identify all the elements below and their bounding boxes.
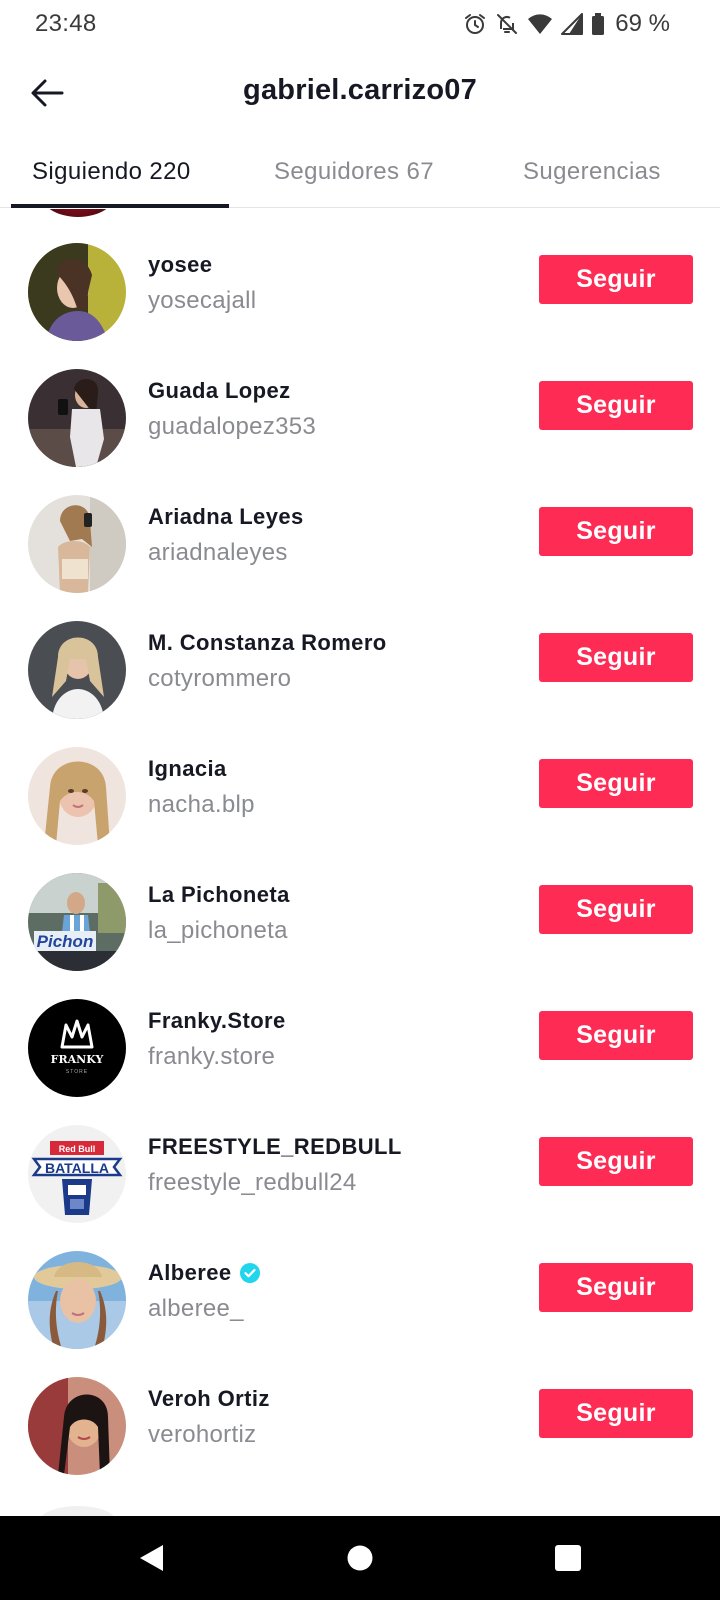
pichon-logo-text: Pichon [37,932,94,951]
list-item[interactable]: Pichon La Pichoneta la_pichoneta Seguir [0,847,720,973]
avatar[interactable]: Pichon [28,873,126,971]
list-item[interactable]: Guada Lopez guadalopez353 Seguir [0,343,720,469]
nav-recents-button[interactable] [550,1540,586,1576]
display-name: FREESTYLE_REDBULL [148,1134,402,1159]
avatar[interactable] [28,747,126,845]
follow-button[interactable]: Seguir [539,633,693,682]
status-time: 23:48 [35,10,97,37]
username: franky.store [148,1043,276,1070]
follow-button[interactable]: Seguir [539,885,693,934]
avatar[interactable] [28,369,126,467]
avatar[interactable]: Red Bull BATALLA [28,1125,126,1223]
follow-button[interactable]: Seguir [539,1389,693,1438]
tab-suggestions[interactable]: Sugerencias [523,158,661,186]
follow-button[interactable]: Seguir [539,759,693,808]
avatar[interactable] [28,243,126,341]
display-name: Ariadna Leyes [148,504,304,529]
nav-back-button[interactable] [134,1540,170,1576]
list-item[interactable]: FRANKY STORE Franky.Store franky.store Se… [0,973,720,1099]
list-item[interactable]: Alberee alberee_ Seguir [0,1225,720,1351]
avatar[interactable] [40,209,116,217]
username: la_pichoneta [148,917,288,944]
franky-logo-text: FRANKY [51,1053,104,1066]
username: yosecajall [148,287,257,314]
avatar[interactable] [28,1251,126,1349]
follow-button[interactable]: Seguir [539,507,693,556]
battery-icon [591,13,605,35]
active-tab-indicator [11,204,229,208]
following-list[interactable]: yosee yosecajall Seguir Guada Lopez guad… [0,209,720,1516]
display-name: Guada Lopez [148,378,291,403]
username: ariadnaleyes [148,539,288,566]
list-item[interactable]: M. Constanza Romero cotyrommero Seguir [0,595,720,721]
username: verohortiz [148,1421,257,1448]
page-title: gabriel.carrizo07 [243,74,477,106]
tab-bar: Siguiendo 220 Seguidores 67 Sugerencias [0,148,720,208]
nav-home-icon [347,1545,373,1571]
battery-percentage: 69 % [615,10,670,37]
list-item[interactable]: Ignacia nacha.blp Seguir [0,721,720,847]
system-navigation-bar [0,1516,720,1600]
username: cotyrommero [148,665,292,692]
status-icons: 69 % [463,10,670,38]
redbull-logo-text: Red Bull [59,1144,96,1154]
display-name: Ignacia [148,756,227,781]
display-name: La Pichoneta [148,882,290,907]
follow-button[interactable]: Seguir [539,381,693,430]
notifications-off-icon [495,12,519,36]
follow-button[interactable]: Seguir [539,1011,693,1060]
avatar[interactable] [28,621,126,719]
username: freestyle_redbull24 [148,1169,357,1196]
avatar[interactable] [40,1506,116,1516]
batalla-logo-text: BATALLA [45,1160,109,1176]
nav-recents-icon [555,1545,581,1571]
avatar[interactable] [28,1377,126,1475]
verified-badge-icon [239,1263,260,1283]
tab-following[interactable]: Siguiendo 220 [32,158,191,186]
signal-icon [561,13,584,35]
follow-button[interactable]: Seguir [539,1263,693,1312]
franky-logo-subtext: STORE [66,1069,88,1075]
avatar[interactable]: FRANKY STORE [28,999,126,1097]
list-item[interactable]: Ariadna Leyes ariadnaleyes Seguir [0,469,720,595]
display-name: Veroh Ortiz [148,1386,270,1411]
nav-back-icon [140,1545,163,1571]
follow-button[interactable]: Seguir [539,255,693,304]
status-bar: 23:48 69 % [0,0,720,48]
display-name: Franky.Store [148,1008,286,1033]
list-item[interactable]: Red Bull BATALLA FREESTYLE_REDBULL freest… [0,1099,720,1225]
follow-button[interactable]: Seguir [539,1137,693,1186]
alarm-icon [463,12,487,36]
list-item[interactable]: yosee yosecajall Seguir [0,217,720,343]
username: alberee_ [148,1295,244,1322]
nav-home-button[interactable] [342,1540,378,1576]
tab-followers[interactable]: Seguidores 67 [274,158,434,186]
username: guadalopez353 [148,413,317,440]
header: gabriel.carrizo07 [0,52,720,132]
username: nacha.blp [148,791,255,818]
avatar[interactable] [28,495,126,593]
display-name: M. Constanza Romero [148,630,387,655]
display-name: yosee [148,252,213,277]
wifi-icon [527,13,553,35]
list-item[interactable]: Veroh Ortiz verohortiz Seguir [0,1351,720,1477]
display-name: Alberee [148,1260,232,1285]
